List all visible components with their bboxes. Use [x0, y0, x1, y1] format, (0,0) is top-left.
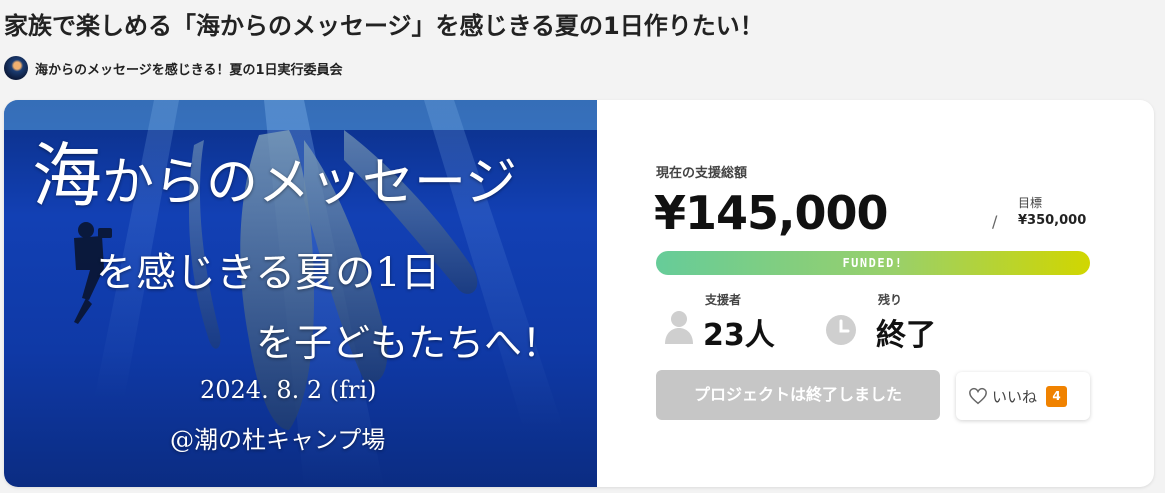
clock-icon [826, 315, 856, 345]
remaining-value: 終了 [876, 318, 936, 353]
hero-venue: @潮の杜キャンプ場 [170, 426, 386, 454]
project-card: 海からのメッセージ を感じきる夏の1日 を子どもたちへ！ 2024. 8. 2 … [4, 100, 1154, 487]
goal-amount: ¥350,000 [1018, 213, 1087, 228]
supporters-label: 支援者 [705, 293, 742, 307]
supporter-person-icon [665, 311, 693, 344]
project-owner[interactable]: 海からのメッセージを感じきる！夏の1日実行委員会 [4, 56, 343, 80]
like-label: いいね [992, 387, 1038, 406]
funding-progress-bar: FUNDED! [656, 251, 1090, 275]
goal-label: 目標 [1018, 196, 1043, 210]
hero-line-3: を子どもたちへ！ [256, 321, 561, 365]
funding-panel: 現在の支援総額 ¥145,000 / 目標 ¥350,000 FUNDED! 支… [597, 100, 1154, 487]
owner-avatar[interactable] [4, 56, 28, 80]
total-label: 現在の支援総額 [656, 166, 748, 181]
hero-date: 2024. 8. 2 (fri) [200, 376, 377, 404]
remaining-label: 残り [878, 293, 903, 307]
like-count-badge: 4 [1046, 385, 1068, 407]
like-button[interactable]: いいね 4 [956, 372, 1090, 420]
project-title: 家族で楽しめる「海からのメッセージ」を感じきる夏の1日作りたい！ [4, 12, 764, 40]
heart-outline-icon [969, 387, 987, 405]
hero-line-1: 海からのメッセージ [32, 135, 517, 217]
owner-name[interactable]: 海からのメッセージを感じきる！夏の1日実行委員会 [35, 59, 343, 78]
amount-separator: / [992, 212, 998, 231]
project-hero-image: 海からのメッセージ を感じきる夏の1日 を子どもたちへ！ 2024. 8. 2 … [4, 100, 597, 487]
total-amount: ¥145,000 [654, 186, 889, 240]
hero-line-2: を感じきる夏の1日 [96, 250, 441, 296]
supporters-count: 23人 [703, 318, 775, 353]
project-ended-button[interactable]: プロジェクトは終了しました [656, 370, 940, 420]
